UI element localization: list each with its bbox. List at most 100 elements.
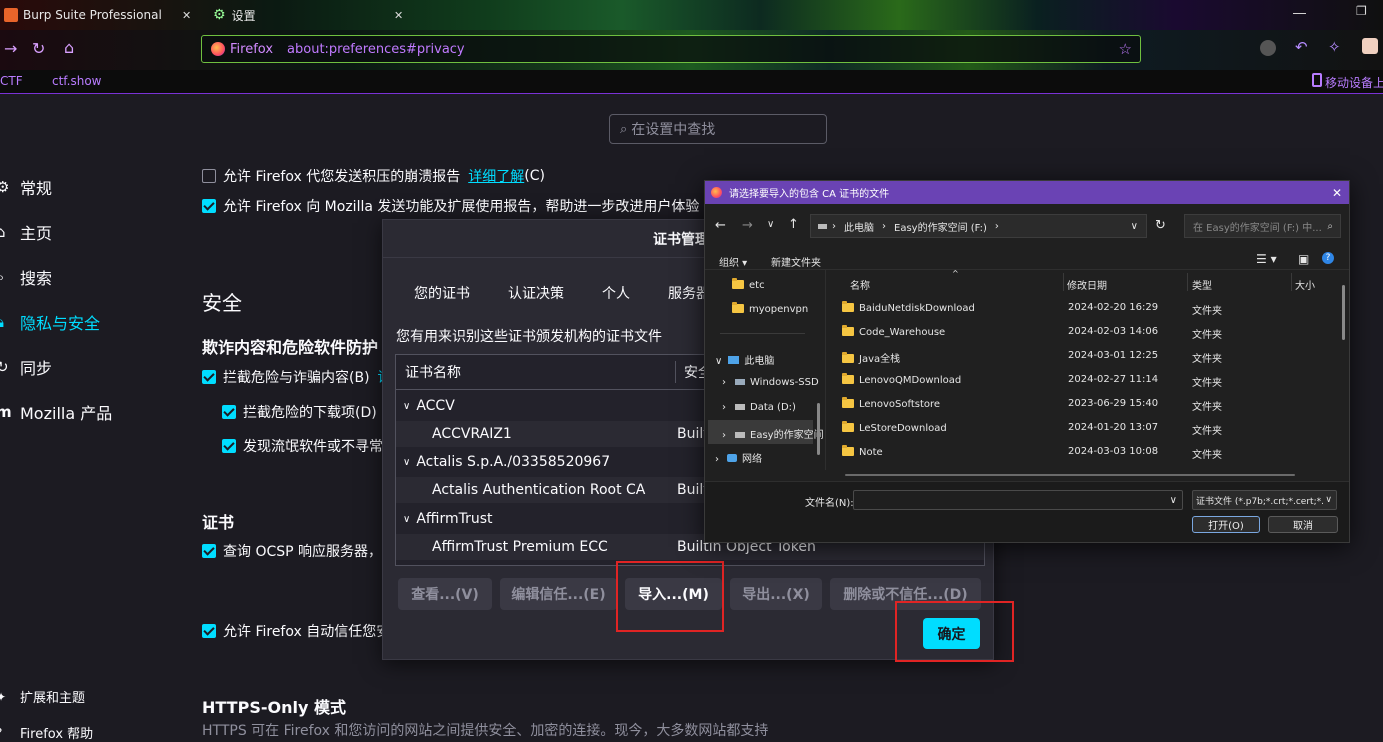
reload-icon[interactable]: ↻ xyxy=(32,39,45,58)
file-row[interactable]: Note xyxy=(842,445,883,458)
tree-label: Easy的作家空间 xyxy=(750,430,824,441)
tree-item-data-d[interactable]: › Data (D:) xyxy=(722,402,796,413)
ocsp-checkbox[interactable] xyxy=(202,544,216,558)
forward-icon[interactable]: → xyxy=(4,39,17,58)
auto-trust-option[interactable]: 允许 Firefox 自动信任您安 xyxy=(202,621,390,641)
edit-trust-button[interactable]: 编辑信任...(E) xyxy=(500,578,617,610)
recent-dropdown-icon[interactable]: ∨ xyxy=(767,219,774,230)
tab-auth-decisions[interactable]: 认证决策 xyxy=(508,283,564,303)
undo-icon[interactable]: ↶ xyxy=(1295,38,1308,56)
warn-unwanted-option[interactable]: 发现流氓软件或不寻常 xyxy=(222,436,383,456)
tab-people[interactable]: 个人 xyxy=(602,283,630,303)
chevron-down-icon[interactable]: ∨ xyxy=(1131,221,1138,232)
tree-item-network[interactable]: › 网络 xyxy=(715,450,762,465)
tab-your-certs[interactable]: 您的证书 xyxy=(414,283,470,303)
cancel-button[interactable]: 取消 xyxy=(1268,516,1338,533)
close-icon[interactable]: ✕ xyxy=(1332,186,1342,200)
up-icon[interactable]: ↑ xyxy=(788,217,799,232)
auto-trust-checkbox[interactable] xyxy=(202,624,216,638)
extensions-icon[interactable]: ✧ xyxy=(1328,38,1341,56)
sidebar-item-help[interactable]: ? Firefox 帮助 xyxy=(0,723,93,742)
tree-item-this-pc[interactable]: ∨ 此电脑 xyxy=(715,352,774,367)
file-type-select[interactable]: 证书文件 (*.p7b;*.crt;*.cert;*.c ∨ xyxy=(1192,490,1337,510)
avatar[interactable] xyxy=(1362,38,1378,54)
url-bar[interactable]: Firefox about:preferences#privacy ☆ xyxy=(201,35,1141,63)
folder-icon xyxy=(842,325,854,336)
minimize-icon[interactable]: ― xyxy=(1293,6,1306,21)
sidebar-item-privacy[interactable]: 🔒︎ 隐私与安全 xyxy=(0,310,100,334)
open-button[interactable]: 打开(O) xyxy=(1192,516,1260,533)
tree-scrollbar[interactable] xyxy=(817,403,820,455)
warn-unwanted-checkbox[interactable] xyxy=(222,439,236,453)
organize-menu[interactable]: 组织 ▾ xyxy=(719,254,747,269)
file-row[interactable]: LenovoQMDownload xyxy=(842,373,961,386)
sidebar-item-addons[interactable]: ✦ 扩展和主题 xyxy=(0,687,85,707)
filename-input[interactable]: ∨ xyxy=(853,490,1183,510)
close-icon[interactable]: ✕ xyxy=(182,9,191,22)
refresh-icon[interactable]: ↻ xyxy=(1155,218,1166,233)
file-row[interactable]: BaiduNetdiskDownload xyxy=(842,301,975,314)
sidebar-item-general[interactable]: ⚙ 常规 xyxy=(0,175,52,199)
file-list-scrollbar[interactable] xyxy=(1342,285,1345,340)
sidebar-item-sync[interactable]: ↻ 同步 xyxy=(0,355,52,379)
column-header-size[interactable]: 大小 xyxy=(1295,277,1315,292)
column-header-name[interactable]: 名称 xyxy=(850,277,870,292)
tree-item-etc[interactable]: etc xyxy=(732,278,765,291)
learn-more-link[interactable]: 详细了解 xyxy=(468,166,524,186)
tab-settings[interactable]: ⚙ 设置 ✕ xyxy=(209,0,409,30)
folder-search-input[interactable]: 在 Easy的作家空间 (F:) 中... ⌕ xyxy=(1184,214,1341,238)
tab-burp-suite[interactable]: Burp Suite Professional ✕ xyxy=(0,0,198,30)
file-row[interactable]: Code_Warehouse xyxy=(842,325,945,338)
crash-report-checkbox[interactable] xyxy=(202,169,216,183)
breadcrumb-item[interactable]: 此电脑 xyxy=(844,219,874,234)
restore-icon[interactable]: ❐ xyxy=(1356,4,1367,18)
help-icon[interactable]: ? xyxy=(1322,252,1334,264)
mobile-icon xyxy=(1312,73,1322,87)
export-button[interactable]: 导出...(X) xyxy=(730,578,822,610)
view-menu-icon[interactable]: ☰ ▾ xyxy=(1256,252,1277,266)
block-downloads-option[interactable]: 拦截危险的下载项(D) xyxy=(222,402,377,422)
home-icon[interactable]: ⌂ xyxy=(64,38,74,57)
chevron-down-icon[interactable]: ∨ xyxy=(403,514,410,525)
horizontal-scrollbar[interactable] xyxy=(845,474,1295,476)
sidebar-item-home[interactable]: ⌂ 主页 xyxy=(0,220,52,244)
breadcrumb-item[interactable]: Easy的作家空间 (F:) xyxy=(894,219,987,234)
url-text[interactable]: about:preferences#privacy xyxy=(287,42,465,57)
file-type: 文件夹 xyxy=(1192,450,1222,461)
column-header-type[interactable]: 类型 xyxy=(1192,277,1212,292)
close-icon[interactable]: ✕ xyxy=(394,9,403,22)
block-dangerous-option[interactable]: 拦截危险与诈骗内容(B) 详 xyxy=(202,367,392,387)
file-type: 文件夹 xyxy=(1192,402,1222,413)
ocsp-option[interactable]: 查询 OCSP 响应服务器， xyxy=(202,541,382,561)
column-header-date[interactable]: 修改日期 xyxy=(1067,277,1107,292)
settings-search-input[interactable]: ⌕ 在设置中查找 xyxy=(609,114,827,144)
bookmark-item[interactable]: ctf.show xyxy=(52,74,101,88)
file-row[interactable]: LenovoSoftstore xyxy=(842,397,940,410)
sidebar-item-mozilla[interactable]: m Mozilla 产品 xyxy=(0,400,112,424)
file-row[interactable]: LeStoreDownload xyxy=(842,421,947,434)
mobile-bookmarks[interactable]: 移动设备上 xyxy=(1325,74,1383,91)
bookmark-star-icon[interactable]: ☆ xyxy=(1119,40,1132,58)
preview-pane-icon[interactable]: ▣ xyxy=(1298,252,1309,266)
view-button[interactable]: 查看...(V) xyxy=(398,578,492,610)
column-header-name[interactable]: 证书名称 xyxy=(405,362,675,382)
forward-icon[interactable]: → xyxy=(742,218,753,233)
bookmark-item[interactable]: CTF xyxy=(0,74,23,88)
address-bar[interactable]: › 此电脑 › Easy的作家空间 (F:) › ∨ xyxy=(810,214,1147,238)
tree-item-easy-f[interactable]: › Easy的作家空间 xyxy=(722,426,824,441)
new-folder-button[interactable]: 新建文件夹 xyxy=(771,254,821,269)
account-icon[interactable] xyxy=(1260,40,1276,56)
crash-report-option[interactable]: 允许 Firefox 代您发送积压的崩溃报告 详细了解 (C) xyxy=(202,166,545,186)
block-downloads-checkbox[interactable] xyxy=(222,405,236,419)
telemetry-option[interactable]: 允许 Firefox 向 Mozilla 发送功能及扩展使用报告，帮助进一步改进… xyxy=(202,196,699,216)
back-icon[interactable]: ← xyxy=(715,218,726,233)
telemetry-checkbox[interactable] xyxy=(202,199,216,213)
sidebar-item-search[interactable]: ⌕ 搜索 xyxy=(0,265,52,289)
file-row[interactable]: Java全栈 xyxy=(842,350,900,365)
chevron-down-icon[interactable]: ∨ xyxy=(403,457,410,468)
chevron-down-icon[interactable]: ∨ xyxy=(403,401,410,412)
tree-item-myopenvpn[interactable]: myopenvpn xyxy=(732,302,808,315)
tree-item-windows-ssd[interactable]: › Windows-SSD xyxy=(722,377,819,388)
block-dangerous-checkbox[interactable] xyxy=(202,370,216,384)
chevron-down-icon[interactable]: ∨ xyxy=(1170,495,1177,506)
